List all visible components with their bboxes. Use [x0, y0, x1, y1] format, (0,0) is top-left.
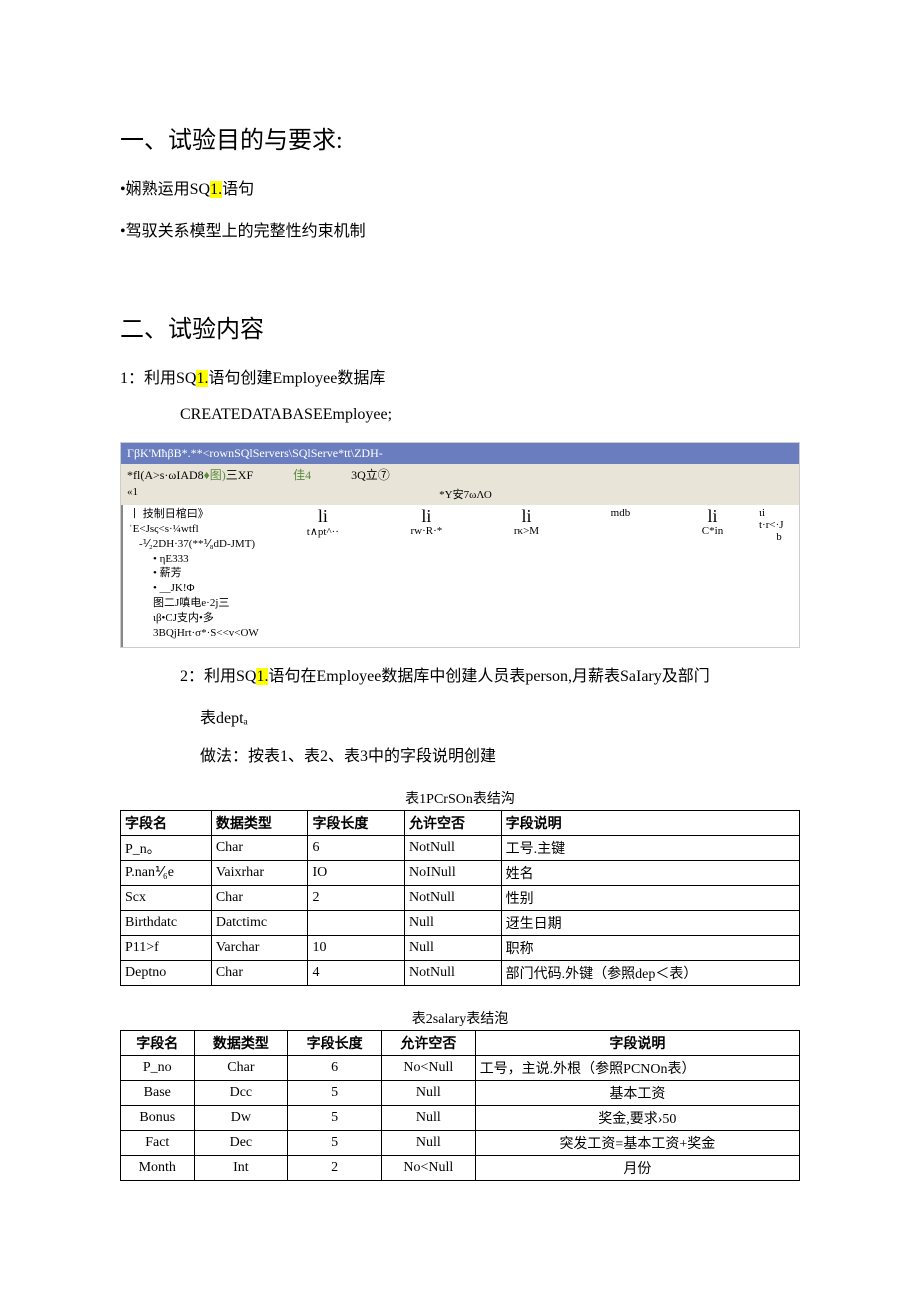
left-line6: 3BQjHrt·σ*·S<<v<OW — [153, 626, 265, 641]
code-titlebar: ΓβK'MħβB*.**<rownSQlServers\SQlServe*tt\… — [121, 443, 799, 464]
table-salary: 字段名 数据类型 字段长度 允许空否 字段说明 P_noChar6No<Null… — [120, 1030, 800, 1181]
table2-h3: 允许空否 — [381, 1030, 475, 1055]
table2-header-row: 字段名 数据类型 字段长度 允许空否 字段说明 — [121, 1030, 800, 1055]
toolbar-text-1: *fl(A>s·ωIAD8♦图)三XF — [127, 466, 253, 483]
bullet1-suffix: 语句 — [222, 181, 254, 198]
item1-suffix: 语句创建Employee数据库 — [208, 370, 385, 387]
section2-title: 二、试验内容 — [120, 309, 800, 344]
left-line5: ιβ•CJ支内•多 — [153, 611, 265, 626]
item2-highlight: 1. — [256, 668, 268, 685]
item1-prefix: 1：利用SQ — [120, 370, 196, 387]
item2-prefix: 2：利用SQ — [180, 668, 256, 685]
section1-title: 一、试验目的与要求: — [120, 120, 800, 155]
item2-line2: 表deptₐ — [200, 704, 800, 728]
code-left-panel: 丨 技制日棺曰》 ˈE<Jsς<s·¼wtfl -⅟₂2DH·37(**⅟₈dD… — [121, 505, 271, 647]
table1-header-row: 字段名 数据类型 字段长度 允许空否 字段说明 — [121, 810, 800, 835]
icon-item-1: lirw·R·* — [411, 507, 443, 537]
file-icon: li — [307, 507, 339, 525]
left-line1: 丨 技制日棺曰》 — [129, 507, 265, 522]
table-row: MonthInt2No<Null月份 — [121, 1155, 800, 1180]
icon-label-1: rw·R·* — [411, 525, 443, 537]
code-window: ΓβK'MħβB*.**<rownSQlServers\SQlServe*tt\… — [120, 442, 800, 648]
table2-h4: 字段说明 — [475, 1030, 799, 1055]
table-row: BonusDw5Null奖金,要求›50 — [121, 1105, 800, 1130]
icon-label-3: mdb — [611, 507, 631, 519]
bullet-item-2: •驾驭关系模型上的完整性约束机制 — [120, 217, 800, 241]
toolbar-text-2: 佳4 — [293, 466, 311, 483]
table-row: P.nan⅟₆eVaixrharIONoINull姓名 — [121, 860, 800, 885]
code-icons-row: lit∧pt^·· lirw·R·* lirκ>M mdb liC*in — [271, 505, 759, 647]
bullet-item-1: •娴熟运用SQ1.语句 — [120, 175, 800, 199]
left-line2: ˈE<Jsς<s·¼wtfl — [129, 522, 265, 537]
left-line4: 图二J嗔电e·2j三 — [153, 596, 265, 611]
item1-highlight: 1. — [196, 370, 208, 387]
item1-code: CREATEDATABASEEmployee; — [180, 406, 800, 424]
item2-line: 2：利用SQ1.语句在Employee数据库中创建人员表person,月薪表Sa… — [180, 662, 800, 686]
item2-method: 做法：按表1、表2、表3中的字段说明创建 — [200, 742, 800, 766]
left-bullet2: • 薪芳 — [153, 566, 265, 581]
code-right-note: ιi t·r<·J b — [759, 505, 799, 647]
icon-item-4: liC*in — [702, 507, 723, 537]
table-row: P11>fVarchar10Null职称 — [121, 935, 800, 960]
icon-item-3: mdb — [611, 507, 631, 519]
table1-caption: 表1PCrSOn表结沟 — [120, 788, 800, 808]
file-icon: li — [514, 507, 539, 525]
table2-caption: 表2salary表结泡 — [120, 1008, 800, 1028]
table-row: DeptnoChar4NotNull部门代码.外键（参照dep＜表） — [121, 960, 800, 985]
file-icon: li — [411, 507, 443, 525]
toolbar-text-3: 3Q立⑦ — [351, 466, 390, 483]
subbar-mid: *Y安7ωΛΟ — [439, 486, 492, 502]
table1-h3: 允许空否 — [405, 810, 502, 835]
table-row: P_n。Char6NotNull工号.主键 — [121, 835, 800, 860]
table1-h2: 字段长度 — [308, 810, 405, 835]
table-person: 字段名 数据类型 字段长度 允许空否 字段说明 P_n。Char6NotNull… — [120, 810, 800, 986]
table2-h0: 字段名 — [121, 1030, 195, 1055]
code-subbar: «1 *Y安7ωΛΟ — [121, 485, 799, 505]
rightnote-line2: t·r<·J — [759, 519, 799, 531]
table1-h4: 字段说明 — [501, 810, 799, 835]
table-row: BaseDcc5Null基本工资 — [121, 1080, 800, 1105]
code-toolbar: *fl(A>s·ωIAD8♦图)三XF 佳4 3Q立⑦ — [121, 464, 799, 485]
table-row: ScxChar2NotNull性别 — [121, 885, 800, 910]
icon-item-2: lirκ>M — [514, 507, 539, 537]
icon-label-2: rκ>M — [514, 525, 539, 537]
bullet1-prefix: •娴熟运用SQ — [120, 181, 210, 198]
subbar-left: «1 — [127, 486, 138, 502]
table2-h1: 数据类型 — [194, 1030, 288, 1055]
icon-label-0: t∧pt^·· — [307, 525, 339, 538]
item2-suffix: 语句在Employee数据库中创建人员表person,月薪表SaIary及部门 — [268, 668, 709, 685]
rightnote-line3: b — [759, 531, 799, 543]
table-row: FactDec5Null突发工资=基本工资+奖金 — [121, 1130, 800, 1155]
table-row: P_noChar6No<Null工号，主说.外根（参照PCNOn表） — [121, 1055, 800, 1080]
icon-item-0: lit∧pt^·· — [307, 507, 339, 538]
table1-h1: 数据类型 — [211, 810, 308, 835]
item1-line: 1：利用SQ1.语句创建Employee数据库 — [120, 364, 800, 388]
left-bullet1: • ηE333 — [153, 552, 265, 567]
rightnote-line1: ιi — [759, 507, 799, 519]
table1-h0: 字段名 — [121, 810, 212, 835]
left-bullet3: • __JK!Φ — [153, 581, 265, 596]
table2-h2: 字段长度 — [288, 1030, 382, 1055]
left-line3: -⅟₂2DH·37(**⅟₈dD-JMT) — [139, 537, 265, 552]
icon-label-4: C*in — [702, 525, 723, 537]
table-row: BirthdatcDatctimcNull迓生日期 — [121, 910, 800, 935]
bullet1-highlight: 1. — [210, 181, 222, 198]
file-icon: li — [702, 507, 723, 525]
